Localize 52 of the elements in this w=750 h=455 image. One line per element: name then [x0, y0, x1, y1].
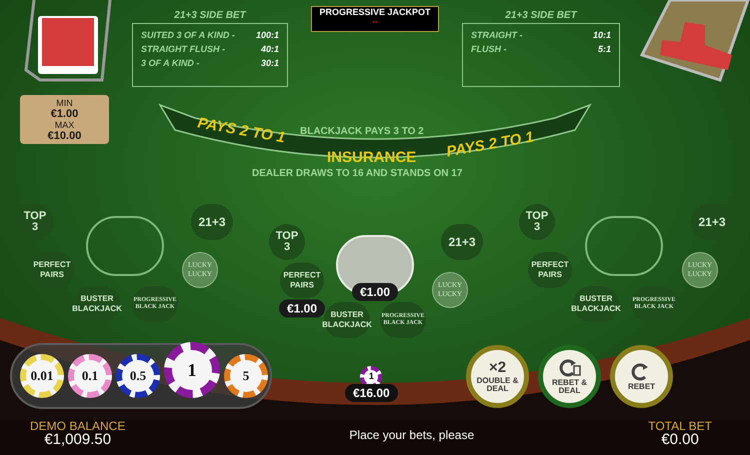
- side-bet-spot[interactable]: BUSTER BLACKJACK: [573, 286, 619, 322]
- total-bet-amount: €0.00: [661, 432, 699, 447]
- total-bet-label: TOTAL BET: [648, 420, 712, 432]
- jackpot-title: PROGRESSIVE JACKPOT: [319, 7, 431, 18]
- blackjack-pays-text: BLACKJACK PAYS 3 TO 2: [300, 125, 424, 139]
- max-amount: €10.00: [48, 130, 82, 142]
- insurance-text: INSURANCE: [327, 148, 416, 168]
- bet-amount: €1.00: [352, 283, 398, 301]
- chip-button[interactable]: 0.5: [116, 354, 160, 398]
- total-bet-amount: €16.00: [345, 384, 398, 402]
- payout-odds: 30:1: [260, 57, 279, 70]
- side-bet-title: 21+3 SIDE BET: [174, 9, 246, 23]
- side-bet-spot[interactable]: TOP 3: [269, 224, 305, 260]
- payout-odds: 40:1: [260, 43, 279, 56]
- insurance-pays-text: PAYS 2 TO 1: [196, 113, 287, 149]
- side-bet-spot[interactable]: PERFECT PAIRS: [528, 252, 572, 288]
- payout-name: 3 OF A KIND -: [141, 57, 200, 70]
- insurance-pays-text: PAYS 2 TO 1: [444, 127, 536, 163]
- side-bet-spot[interactable]: TOP 3: [17, 204, 53, 240]
- side-bet-spot[interactable]: PERFECT PAIRS: [30, 252, 74, 288]
- jackpot-value: --: [372, 18, 378, 26]
- side-bet-title: 21+3 SIDE BET: [505, 9, 577, 23]
- multiply-symbol: ×2: [488, 360, 506, 375]
- max-label: MAX: [54, 120, 74, 130]
- payout-odds: 5:1: [598, 43, 611, 56]
- side-bet-spot[interactable]: 21+3: [691, 204, 733, 240]
- payout-name: STRAIGHT -: [471, 29, 522, 42]
- chip-button[interactable]: 0.1: [68, 354, 112, 398]
- side-bet-spot[interactable]: 21+3: [191, 204, 233, 240]
- bet-amount: €1.00: [278, 300, 326, 318]
- balance-amount: €1,009.50: [44, 432, 112, 447]
- rebet-icon: [558, 358, 580, 376]
- chip-button[interactable]: 0.01: [20, 354, 64, 398]
- side-bet-spot[interactable]: BUSTER BLACKJACK: [74, 286, 120, 322]
- dealer-rule-text: DEALER DRAWS TO 16 AND STANDS ON 17: [252, 167, 462, 181]
- min-label: MIN: [56, 98, 73, 108]
- payout-name: STRAIGHT FLUSH -: [141, 43, 225, 56]
- side-bet-spot[interactable]: BUSTER BLACKJACK: [324, 302, 370, 338]
- chip-button[interactable]: 5: [224, 354, 268, 398]
- action-button[interactable]: ×2 DOUBLE & DEAL: [466, 345, 529, 408]
- payout-name: SUITED 3 OF A KIND -: [141, 29, 235, 42]
- chip-button[interactable]: 1: [164, 342, 220, 398]
- status-message: Place your bets, please: [349, 427, 474, 444]
- side-bet-spot[interactable]: TOP 3: [519, 204, 555, 240]
- payout-odds: 100:1: [256, 29, 279, 42]
- min-amount: €1.00: [50, 108, 78, 120]
- payout-name: FLUSH -: [471, 43, 506, 56]
- side-bet-spot[interactable]: 21+3: [441, 224, 483, 260]
- balance-label: DEMO BALANCE: [30, 420, 126, 432]
- side-bet-spot[interactable]: PERFECT PAIRS: [280, 262, 324, 298]
- payout-odds: 10:1: [592, 29, 611, 42]
- action-button[interactable]: REBET & DEAL: [538, 345, 601, 408]
